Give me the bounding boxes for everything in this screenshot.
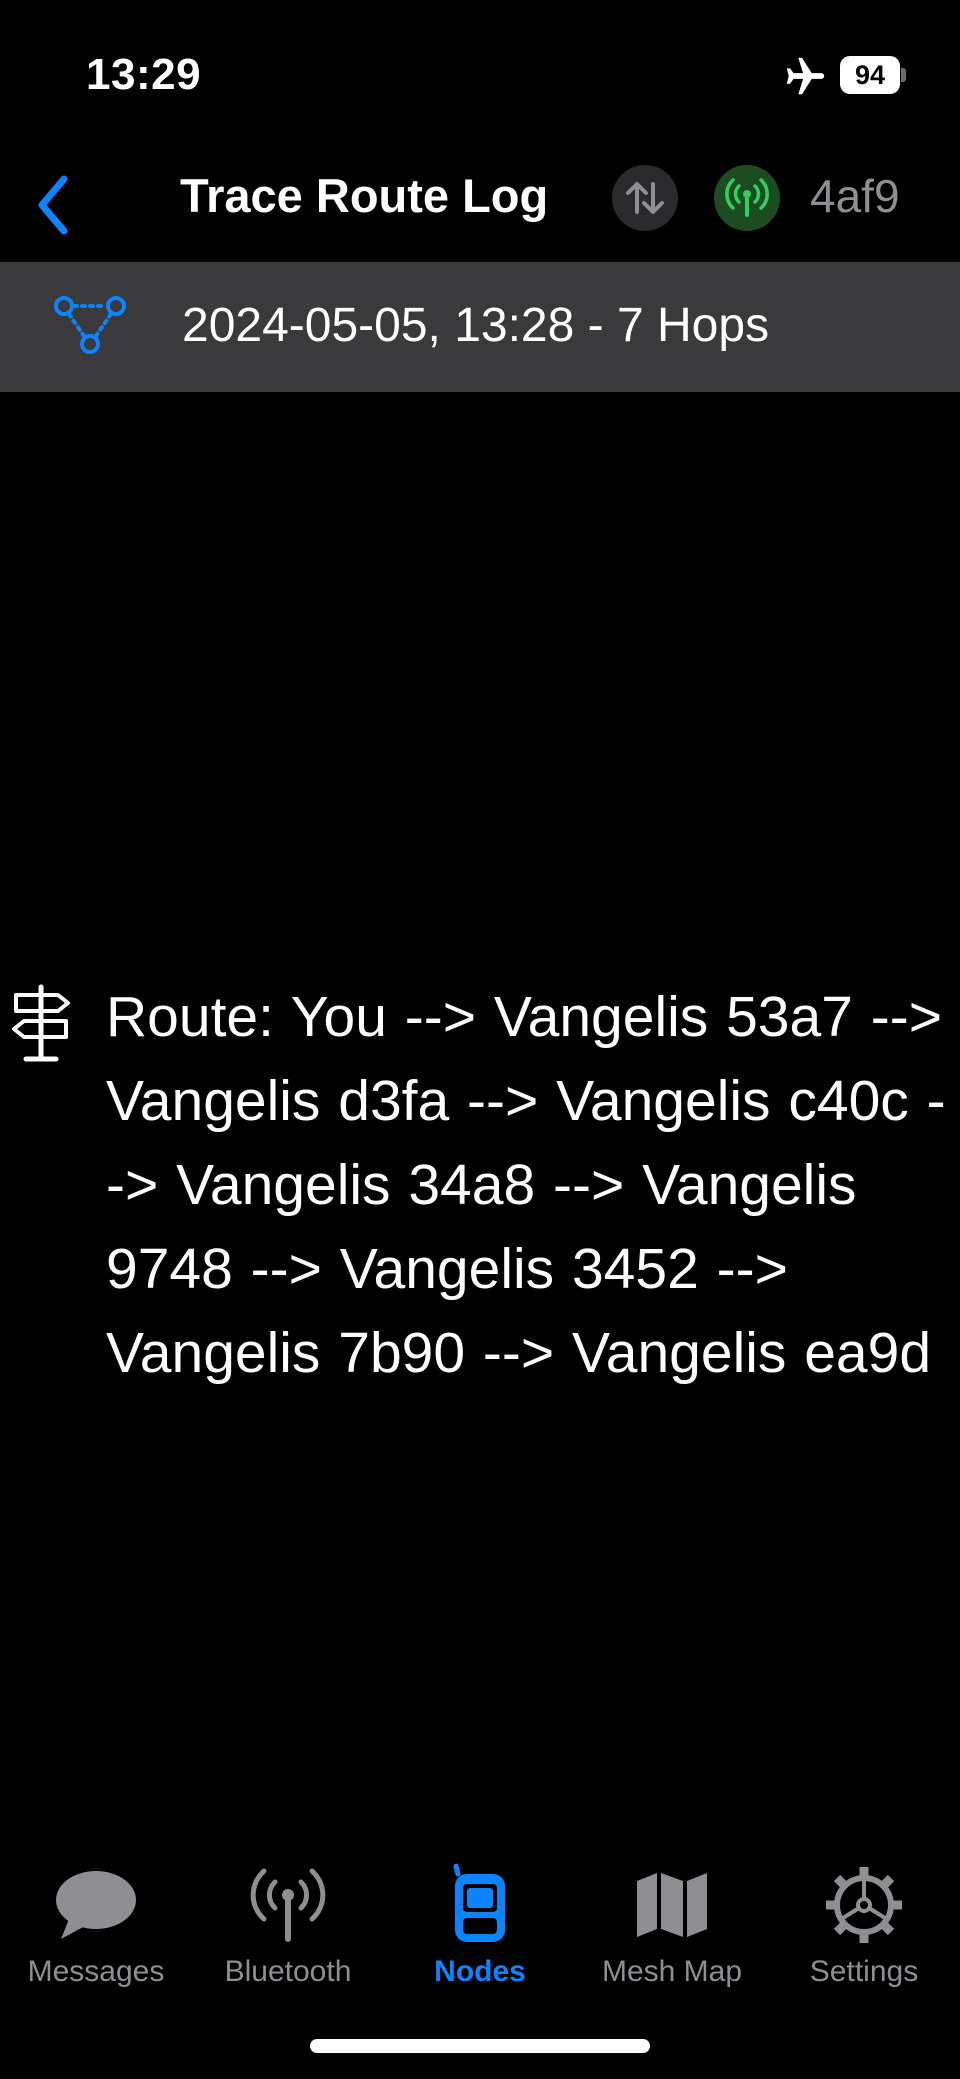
tab-label: Nodes bbox=[434, 1955, 526, 1988]
tab-settings[interactable]: Settings bbox=[768, 1845, 960, 1995]
tab-bar: Messages Bluetooth Nodes Mesh Map Settin… bbox=[0, 1845, 960, 1995]
signpost-icon bbox=[12, 984, 70, 1062]
trace-route-log-screen: 13:29 94 Trace Route Log 4af9 2024-05-05… bbox=[0, 0, 960, 2079]
tab-bluetooth[interactable]: Bluetooth bbox=[192, 1845, 384, 1995]
sync-button[interactable] bbox=[612, 165, 678, 231]
airplane-icon bbox=[786, 57, 825, 95]
tab-mesh-map[interactable]: Mesh Map bbox=[576, 1845, 768, 1995]
arrow-up-down-icon bbox=[626, 182, 664, 214]
log-item-label: 2024-05-05, 13:28 - 7 Hops bbox=[182, 299, 770, 352]
antenna-icon bbox=[243, 1865, 333, 1945]
connected-node-id[interactable]: 4af9 bbox=[810, 170, 900, 222]
gear-icon bbox=[819, 1865, 909, 1945]
route-nodes-icon bbox=[54, 296, 126, 354]
route-text: Route: You --> Vangelis 53a7 --> Vangeli… bbox=[106, 985, 946, 1385]
map-icon bbox=[627, 1865, 717, 1945]
back-button[interactable] bbox=[22, 164, 86, 246]
tab-label: Messages bbox=[27, 1955, 165, 1988]
flipphone-icon bbox=[435, 1864, 525, 1945]
battery-icon: 94 bbox=[840, 56, 906, 94]
trace-route-log-item[interactable]: 2024-05-05, 13:28 - 7 Hops bbox=[0, 262, 960, 392]
tab-label: Bluetooth bbox=[224, 1955, 352, 1988]
connection-status-button[interactable] bbox=[714, 165, 780, 231]
page-title: Trace Route Log bbox=[180, 169, 549, 222]
status-time: 13:29 bbox=[86, 50, 202, 99]
tab-nodes[interactable]: Nodes bbox=[384, 1845, 576, 1995]
tab-label: Settings bbox=[809, 1955, 919, 1988]
tab-messages[interactable]: Messages bbox=[0, 1845, 192, 1995]
navigation-bar: Trace Route Log 4af9 bbox=[0, 150, 960, 262]
message-bubble-icon bbox=[51, 1865, 141, 1945]
battery-cap bbox=[901, 68, 906, 82]
antenna-radiowaves-icon bbox=[725, 178, 769, 217]
tab-label: Mesh Map bbox=[601, 1955, 743, 1988]
chevron-left-icon bbox=[38, 175, 68, 235]
status-bar: 13:29 94 bbox=[0, 0, 960, 150]
home-indicator[interactable] bbox=[310, 2039, 650, 2053]
battery-level: 94 bbox=[840, 56, 900, 94]
